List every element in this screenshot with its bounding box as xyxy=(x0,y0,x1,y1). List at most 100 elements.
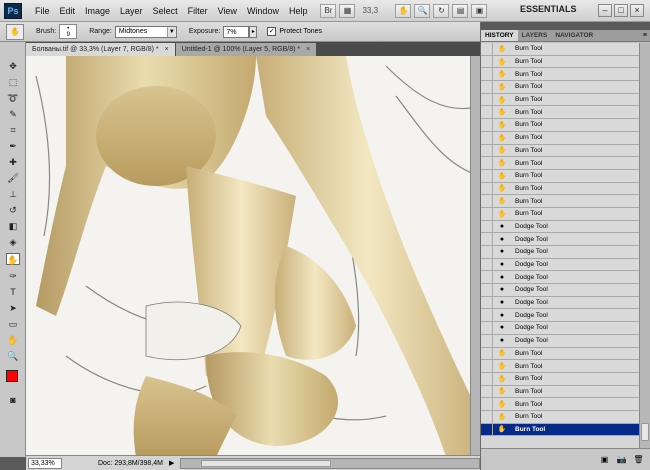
history-item[interactable]: ● Dodge Tool xyxy=(481,296,639,310)
history-brush-source-toggle[interactable] xyxy=(481,169,493,182)
history-brush-source-toggle[interactable] xyxy=(481,195,493,207)
history-brush-source-toggle[interactable] xyxy=(481,43,493,55)
history-brush-source-toggle[interactable] xyxy=(481,334,493,347)
history-brush-source-toggle[interactable] xyxy=(481,106,493,119)
trash-icon[interactable]: 🗑 xyxy=(633,455,644,465)
history-item[interactable]: ✋ Burn Tool xyxy=(481,182,639,196)
path-selection-tool-icon[interactable]: ➤ xyxy=(6,302,20,314)
history-brush-source-toggle[interactable] xyxy=(481,55,493,68)
horizontal-scrollbar[interactable] xyxy=(180,457,480,469)
status-zoom-field[interactable]: 33,33% xyxy=(28,457,62,469)
history-brush-source-toggle[interactable] xyxy=(481,144,493,157)
launch-bridge-icon[interactable]: Br xyxy=(320,3,337,18)
menu-edit[interactable]: Edit xyxy=(55,0,81,22)
view-extras-icon[interactable]: ▦ xyxy=(339,3,356,18)
history-brush-source-toggle[interactable] xyxy=(481,233,493,245)
range-select[interactable]: Midtones ▼ xyxy=(114,25,177,38)
brush-picker[interactable]: • 9 xyxy=(59,24,78,39)
history-item[interactable]: ✋ Burn Tool xyxy=(481,207,639,221)
history-brush-source-toggle[interactable] xyxy=(481,131,493,144)
tab-layers[interactable]: LAYERS xyxy=(518,30,552,41)
history-item[interactable]: ✋ Burn Tool xyxy=(481,360,639,373)
history-item[interactable]: ✋ Burn Tool xyxy=(481,157,639,170)
history-brush-source-toggle[interactable] xyxy=(481,68,493,81)
marquee-tool-icon[interactable]: ⬚ xyxy=(6,76,20,88)
history-brush-source-toggle[interactable] xyxy=(481,93,493,106)
panel-menu-icon[interactable]: ≡ xyxy=(643,30,647,41)
history-item[interactable]: ✋ Burn Tool xyxy=(481,131,639,145)
eraser-tool-icon[interactable]: ◧ xyxy=(6,220,20,232)
quick-mask-icon[interactable]: ◙ xyxy=(6,394,20,406)
history-item[interactable]: ✋ Burn Tool xyxy=(481,398,639,411)
history-item[interactable]: ✋ Burn Tool xyxy=(481,81,639,94)
tab-navigator[interactable]: NAVIGATOR xyxy=(551,30,597,41)
zoom-level-field[interactable]: 33,3 xyxy=(362,6,388,15)
maximize-button[interactable]: □ xyxy=(614,4,628,17)
status-menu-arrow-icon[interactable]: ▶ xyxy=(169,459,174,467)
history-item[interactable]: ✋ Burn Tool xyxy=(481,68,639,82)
rectangle-tool-icon[interactable]: ▭ xyxy=(6,318,20,330)
history-item[interactable]: ● Dodge Tool xyxy=(481,246,639,259)
history-brush-source-toggle[interactable] xyxy=(481,258,493,271)
history-item[interactable]: ● Dodge Tool xyxy=(481,322,639,335)
history-brush-source-toggle[interactable] xyxy=(481,398,493,410)
menu-file[interactable]: File xyxy=(30,0,55,22)
history-brush-source-toggle[interactable] xyxy=(481,284,493,296)
history-brush-source-toggle[interactable] xyxy=(481,296,493,309)
rotate-view-icon[interactable]: ↻ xyxy=(433,3,450,18)
exposure-slider-toggle[interactable]: ▸ xyxy=(249,25,258,38)
zoom-tool-icon[interactable]: 🔍 xyxy=(414,3,431,18)
history-item[interactable]: ● Dodge Tool xyxy=(481,309,639,323)
pen-tool-icon[interactable]: ✑ xyxy=(6,270,20,282)
move-tool-icon[interactable]: ✥ xyxy=(6,60,20,72)
type-tool-icon[interactable]: T xyxy=(6,286,20,298)
history-brush-source-toggle[interactable] xyxy=(481,119,493,131)
crop-tool-icon[interactable]: ⌗ xyxy=(6,124,20,136)
exposure-input[interactable]: 7% xyxy=(223,25,250,38)
brush-tool-icon[interactable]: 🖌 xyxy=(6,172,20,184)
history-brush-source-toggle[interactable] xyxy=(481,207,493,220)
scrollbar-thumb[interactable] xyxy=(641,423,649,441)
history-item[interactable]: ● Dodge Tool xyxy=(481,271,639,285)
history-item[interactable]: ✋ Burn Tool xyxy=(481,347,639,361)
arrange-documents-icon[interactable]: ▤ xyxy=(452,3,469,18)
history-item[interactable]: ✋ Burn Tool xyxy=(481,119,639,132)
history-brush-source-toggle[interactable] xyxy=(481,271,493,284)
history-item[interactable]: ● Dodge Tool xyxy=(481,334,639,348)
history-brush-source-toggle[interactable] xyxy=(481,372,493,385)
menu-image[interactable]: Image xyxy=(80,0,115,22)
quick-selection-tool-icon[interactable]: ✎ xyxy=(6,108,20,120)
history-brush-source-toggle[interactable] xyxy=(481,182,493,195)
history-scrollbar[interactable] xyxy=(639,43,650,448)
tab-document-2[interactable]: Untitled-1 @ 100% (Layer 5, RGB/8) * × xyxy=(175,43,317,56)
history-item[interactable]: ✋ Burn Tool xyxy=(481,144,639,158)
screen-mode-icon[interactable]: ▣ xyxy=(471,3,488,18)
workspace-switcher[interactable]: ESSENTIALS xyxy=(520,4,577,14)
close-icon[interactable]: × xyxy=(165,43,169,56)
burn-tool-preset-icon[interactable]: ✋ xyxy=(6,23,24,40)
tab-history[interactable]: HISTORY xyxy=(481,30,518,41)
menu-filter[interactable]: Filter xyxy=(183,0,213,22)
hand-tool-icon[interactable]: ✋ xyxy=(6,334,20,346)
create-snapshot-icon[interactable]: 📷 xyxy=(616,455,627,465)
healing-brush-tool-icon[interactable]: ✚ xyxy=(6,156,20,168)
tab-document-1[interactable]: Болваны.tif @ 33,3% (Layer 7, RGB/8) * × xyxy=(26,43,175,56)
history-item[interactable]: ✋ Burn Tool xyxy=(481,93,639,107)
menu-select[interactable]: Select xyxy=(148,0,183,22)
foreground-color-swatch[interactable] xyxy=(6,370,18,382)
history-item[interactable]: ✋ Burn Tool xyxy=(481,106,639,120)
menu-window[interactable]: Window xyxy=(242,0,284,22)
minimize-button[interactable]: – xyxy=(598,4,612,17)
menu-layer[interactable]: Layer xyxy=(115,0,148,22)
document-canvas[interactable] xyxy=(26,56,480,457)
menu-help[interactable]: Help xyxy=(284,0,313,22)
protect-tones-checkbox[interactable]: ✓ xyxy=(267,27,277,36)
history-brush-source-toggle[interactable] xyxy=(481,157,493,169)
history-brush-source-toggle[interactable] xyxy=(481,410,493,423)
history-item[interactable]: ✋ Burn Tool xyxy=(481,55,639,69)
history-item[interactable]: ● Dodge Tool xyxy=(481,284,639,297)
new-document-from-state-icon[interactable]: ▣ xyxy=(599,455,610,465)
paint-bucket-tool-icon[interactable]: ◈ xyxy=(6,236,20,248)
panel-dock-header[interactable] xyxy=(481,22,650,30)
close-icon[interactable]: × xyxy=(306,43,310,56)
